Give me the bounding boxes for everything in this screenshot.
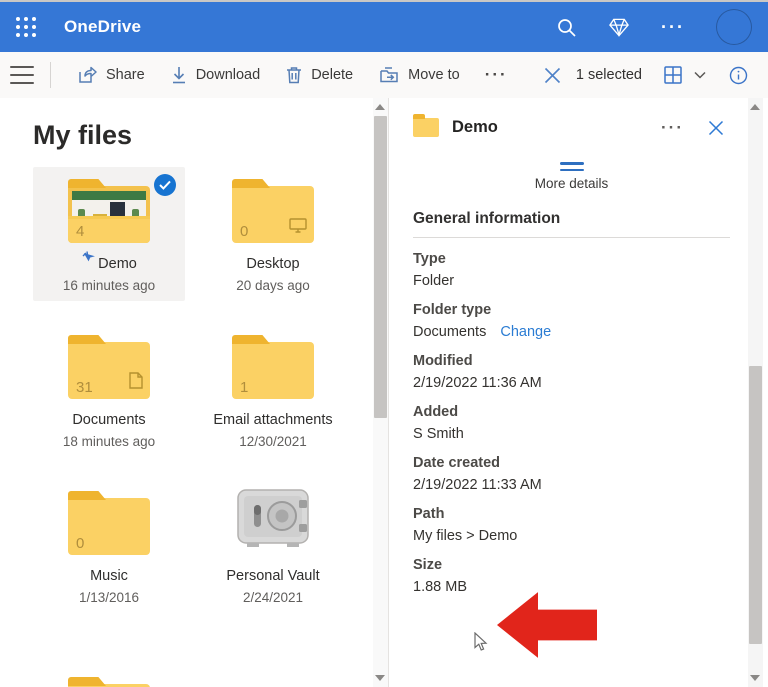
app-title: OneDrive [64,17,142,36]
section-general-information: General information [413,210,730,238]
share-icon [78,66,97,84]
field-value: 2/19/2022 11:33 AM [413,477,542,493]
toolbar-overflow-icon[interactable]: ··· [473,66,520,83]
tile-name: Desktop [246,256,300,272]
account-avatar[interactable] [716,9,752,45]
details-pane: Demo ··· More details General informatio… [388,98,748,687]
tile-date: 20 days ago [236,278,310,293]
field-date-created: Date created 2/19/2022 11:33 AM [413,455,730,493]
tile-date: 16 minutes ago [62,278,156,293]
details-title: Demo [452,118,498,136]
field-added: Added S Smith [413,404,730,442]
scroll-down-arrow[interactable] [750,675,760,681]
tile-music[interactable]: 0 Music 1/13/2016 [33,479,185,613]
item-count: 4 [76,223,85,240]
folder-icon-music: 0 [68,498,150,555]
item-count: 0 [240,223,249,240]
tile-personal-vault[interactable]: Personal Vault 2/24/2021 [197,479,349,613]
command-bar: Share Download Delete Move to ··· 1 sele… [0,52,768,98]
field-value: Folder [413,273,455,289]
selected-check-icon[interactable] [154,174,176,196]
page-title: My files [33,120,133,150]
tile-name: Demo [33,250,185,272]
app-bar: OneDrive ··· [0,2,768,52]
mouse-cursor-icon [473,631,488,657]
scroll-up-arrow[interactable] [375,104,385,110]
folder-icon-email-attachments: 1 [232,342,314,399]
field-value: 1.88 MB [413,579,467,595]
move-to-folder-icon [379,66,399,84]
folder-thumbnail-demo: 4 [68,186,150,243]
view-options-icon[interactable] [663,65,683,85]
move-to-button[interactable]: Move to [366,52,473,98]
field-size: Size 1.88 MB [413,557,730,595]
annotation-red-arrow [497,592,597,658]
details-overflow-icon[interactable]: ··· [661,119,684,136]
field-value: 2/19/2022 11:36 AM [413,375,542,391]
premium-diamond-icon[interactable] [608,16,630,38]
info-icon[interactable] [729,66,748,85]
scroll-up-arrow[interactable] [750,104,760,110]
tile-email-attachments[interactable]: 1 Email attachments 12/30/2021 [197,323,349,457]
menu-icon[interactable] [10,64,34,86]
tile-documents[interactable]: 31 Documents 18 minutes ago [33,323,185,457]
files-pane: My files 4 Demo 16 minutes ago 0 Desktop… [0,98,373,687]
details-scrollbar [748,98,763,687]
change-link[interactable]: Change [500,324,551,340]
tile-demo[interactable]: 4 Demo 16 minutes ago [33,167,185,301]
field-value: My files > Demo [413,528,518,544]
clear-selection-icon[interactable] [544,67,561,84]
more-details-button[interactable]: More details [413,162,730,191]
field-value: Documents Change [413,324,552,340]
scroll-down-arrow[interactable] [375,675,385,681]
download-icon [171,66,187,84]
item-count: 31 [76,379,93,396]
close-details-icon[interactable] [708,120,724,136]
more-details-icon [559,162,584,171]
item-count: 0 [76,535,85,552]
download-button[interactable]: Download [158,52,274,98]
scrollbar-thumb[interactable] [374,116,387,418]
click-cursor-icon [81,250,96,269]
share-button[interactable]: Share [65,52,158,98]
tile-name: Email attachments [213,412,333,428]
search-icon[interactable] [555,16,577,38]
field-value: S Smith [413,426,464,442]
delete-button[interactable]: Delete [273,52,366,98]
tile-name: Music [90,568,128,584]
tile-desktop[interactable]: 0 Desktop 20 days ago [197,167,349,301]
details-folder-icon [413,114,439,137]
tile-date: 18 minutes ago [62,434,156,449]
file-tile-grid: 4 Demo 16 minutes ago 0 Desktop 20 days … [33,167,373,613]
document-glyph-icon [129,372,143,394]
scrollbar-thumb[interactable] [749,366,762,644]
toolbar-divider [50,62,51,88]
field-type: Type Folder [413,251,730,289]
tile-name: Documents [72,412,146,428]
folder-icon-desktop: 0 [232,186,314,243]
field-folder-type: Folder type Documents Change [413,302,730,340]
selection-count: 1 selected [575,67,642,83]
field-path: Path My files > Demo [413,506,730,544]
right-gutter [763,98,768,687]
appbar-overflow-icon[interactable]: ··· [661,18,685,36]
field-modified: Modified 2/19/2022 11:36 AM [413,353,730,391]
tile-name: Personal Vault [226,568,320,584]
files-scrollbar [373,98,388,687]
trash-icon [286,66,302,84]
tile-date: 1/13/2016 [78,590,140,605]
onedrive-window: OneDrive ··· Share Download Delete Move … [0,0,768,687]
chevron-down-icon[interactable] [694,71,706,79]
vault-safe-icon [235,488,311,555]
monitor-glyph-icon [289,218,307,238]
tile-date: 12/30/2021 [239,434,307,449]
app-launcher-icon[interactable] [14,15,38,39]
folder-icon-documents: 31 [68,342,150,399]
item-count: 1 [240,379,249,396]
tile-date: 2/24/2021 [242,590,304,605]
